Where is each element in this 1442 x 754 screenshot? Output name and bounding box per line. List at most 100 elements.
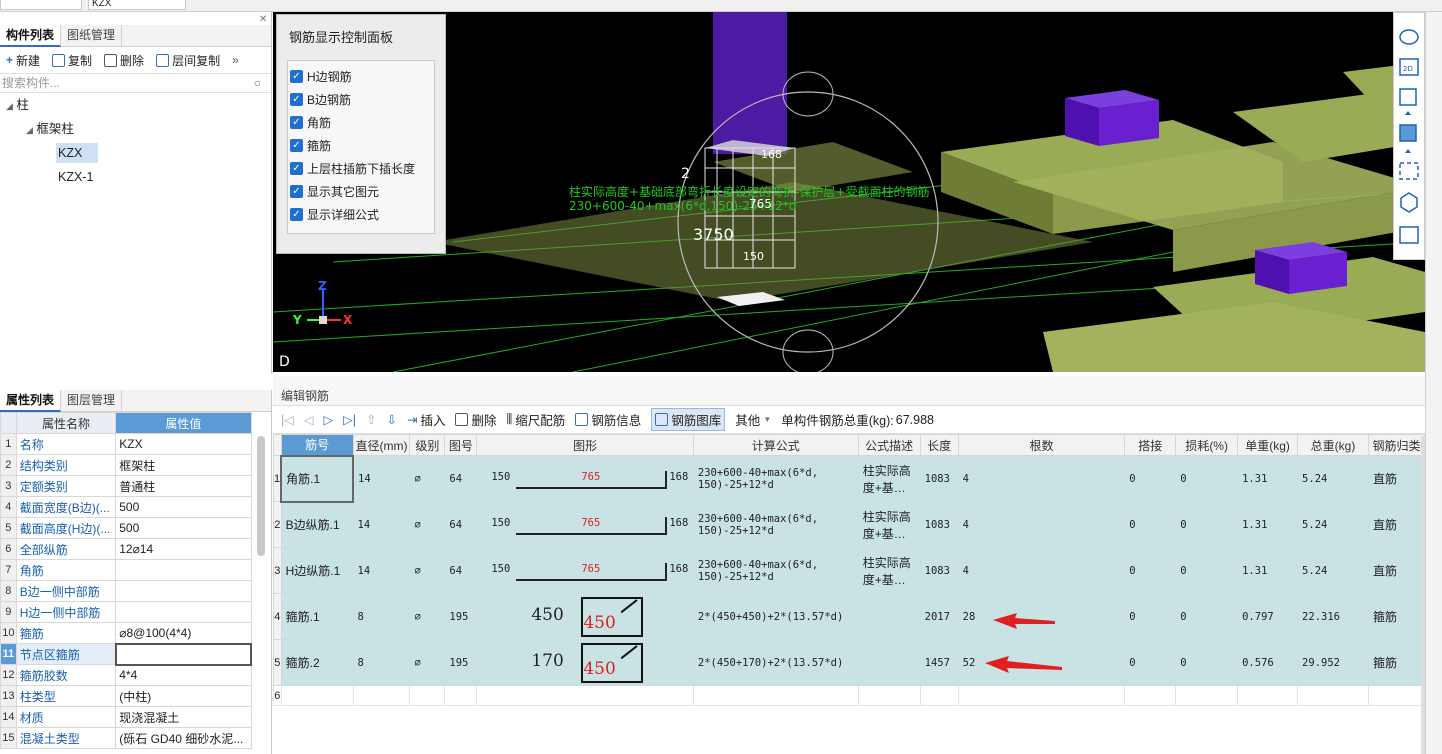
properties-view-icon[interactable] [1399,226,1419,244]
prev-icon[interactable]: ◁ [304,412,314,427]
rebar-row-empty[interactable]: 6 [273,685,1426,706]
orbit-icon[interactable] [1399,29,1419,45]
checkbox-b-rebar[interactable]: ✓ B边钢筋 [288,88,434,111]
property-row[interactable]: 15 混凝土类型 (砾石 GD40 细砂水泥... [0,727,252,749]
rebar-formula-cell[interactable]: 230+600-40+max(6*d, 150)-25+12*d [692,501,859,548]
rebar-lap-cell[interactable]: 0 [1124,639,1177,686]
rebar-formula-cell[interactable]: 230+600-40+max(6*d, 150)-25+12*d [692,455,859,502]
empty-cell[interactable] [409,685,446,706]
rebar-dia-cell[interactable]: 14 [352,501,411,548]
property-value[interactable]: 12⌀14 [115,538,252,560]
rebar-info-button[interactable]: 钢筋信息 [575,410,641,429]
3d-wire-icon[interactable] [1399,88,1417,106]
rebar-col-header[interactable]: 单重(kg) [1237,434,1299,456]
rebar-grade-cell[interactable]: ⌀ [409,501,446,548]
property-value[interactable]: (砾石 GD40 细砂水泥... [115,727,252,749]
cube-view-icon[interactable] [1400,192,1418,213]
first-icon[interactable]: |◁ [281,412,294,427]
property-row[interactable]: 4 截面宽度(B边)(... 500 [0,496,252,518]
close-icon[interactable]: ✕ [259,14,267,25]
last-icon[interactable]: ▷| [343,412,356,427]
rebar-name-cell[interactable]: 箍筋.1 [280,593,354,640]
floor-selector[interactable] [0,0,82,10]
rebar-col-header[interactable]: 直径(mm) [352,434,411,456]
property-value[interactable]: 4*4 [115,664,252,686]
rebar-fig-cell[interactable]: 195 [444,593,478,640]
tree-node-frame-column[interactable]: ◢ 框架柱 [0,117,271,141]
other-dropdown[interactable]: 其他 ▼ [735,410,771,429]
rebar-shape-cell[interactable]: 450 450 [476,593,694,640]
rebar-loss-cell[interactable]: 0 [1175,639,1239,686]
rebar-shape-cell[interactable]: 150 765 168 [476,455,694,502]
next-icon[interactable]: ▷ [324,412,334,427]
rebar-formula-cell[interactable]: 2*(450+170)+2*(13.57*d) [692,639,859,686]
rebar-total-cell[interactable]: 5.24 [1297,501,1369,548]
property-value[interactable] [115,559,252,581]
rebar-cat-cell[interactable]: 直筋 [1367,547,1426,594]
delete-rebar-button[interactable]: 删除 [455,410,496,429]
empty-cell[interactable] [1237,685,1299,706]
rebar-loss-cell[interactable]: 0 [1175,455,1239,502]
more-icon[interactable]: » [232,53,239,67]
empty-cell[interactable] [857,685,921,706]
rebar-count-cell[interactable]: 4 [957,455,1126,502]
rebar-col-header[interactable]: 图形 [476,434,694,456]
checkbox-corner-rebar[interactable]: ✓ 角筋 [288,111,434,134]
move-up-icon[interactable]: ⇧ [366,412,376,427]
property-scrollbar[interactable] [257,436,265,556]
rebar-name-cell[interactable]: H边纵筋.1 [280,547,354,594]
property-value[interactable]: 框架柱 [115,454,252,476]
rebar-unit-cell[interactable]: 1.31 [1237,455,1299,502]
checkbox-h-rebar[interactable]: ✓ H边钢筋 [288,65,434,88]
empty-cell[interactable] [444,685,478,706]
tree-node-column[interactable]: ◢ 柱 [0,93,271,117]
rebar-total-cell[interactable]: 22.316 [1297,593,1369,640]
property-row[interactable]: 3 定额类别 普通柱 [0,475,252,497]
property-row[interactable]: 7 角筋 [0,559,252,581]
tree-item-kzx[interactable]: KZX [56,143,99,163]
rebar-scrollbar[interactable] [1421,436,1425,754]
property-row[interactable]: 9 H边一侧中部筋 [0,601,252,623]
rebar-len-cell[interactable]: 1083 [919,455,959,502]
rebar-col-header[interactable]: 图号 [444,434,478,456]
rebar-len-cell[interactable]: 1083 [919,501,959,548]
rebar-total-cell[interactable]: 5.24 [1297,455,1369,502]
rebar-shape-cell[interactable]: 150 765 168 [476,501,694,548]
rebar-fig-cell[interactable]: 64 [444,547,478,594]
tab-layer-manage[interactable]: 图层管理 [61,390,123,412]
empty-cell[interactable] [1297,685,1369,706]
empty-cell[interactable] [1124,685,1177,706]
property-row[interactable]: 13 柱类型 (中柱) [0,685,252,707]
search-icon[interactable]: ○ [254,74,261,93]
rebar-lap-cell[interactable]: 0 [1124,501,1177,548]
rebar-len-cell[interactable]: 1083 [919,547,959,594]
rebar-col-header[interactable]: 筋号 [280,434,354,456]
rebar-cat-cell[interactable]: 直筋 [1367,455,1426,502]
rebar-len-cell[interactable]: 2017 [919,593,959,640]
rebar-row[interactable]: 5 箍筋.2 8 ⌀ 195 170 450 2*(450+170)+2*(13.57*d) 1… [273,639,1426,686]
rebar-desc-cell[interactable] [857,593,921,640]
property-value[interactable]: 普通柱 [115,475,252,497]
rebar-col-header[interactable]: 计算公式 [692,434,859,456]
rebar-loss-cell[interactable]: 0 [1175,547,1239,594]
rebar-lap-cell[interactable]: 0 [1124,547,1177,594]
empty-cell[interactable] [692,685,859,706]
property-row[interactable]: 8 B边一侧中部筋 [0,580,252,602]
rebar-desc-cell[interactable]: 柱实际高 度+基… [857,501,921,548]
empty-cell[interactable] [957,685,1126,706]
copy-button[interactable]: 复制 [48,52,96,69]
property-value[interactable] [115,601,252,623]
rebar-name-cell[interactable]: 角筋.1 [280,454,355,503]
rebar-col-header[interactable]: 级别 [409,434,446,456]
property-value[interactable]: 500 [115,517,252,539]
search-input[interactable]: 搜索构件... ○ [0,73,271,93]
delete-button[interactable]: 删除 [100,52,148,69]
empty-cell[interactable] [919,685,959,706]
tree-item-kzx-1[interactable]: KZX-1 [0,165,271,189]
rebar-fig-cell[interactable]: 64 [444,455,478,502]
rebar-desc-cell[interactable]: 柱实际高 度+基… [857,455,921,502]
checkbox-upper-dowel[interactable]: ✓ 上层柱插筋下插长度 [288,157,434,180]
rebar-row[interactable]: 3 H边纵筋.1 14 ⌀ 64 150 765 168 230+600-40+max(6*d,… [273,547,1426,594]
rebar-total-cell[interactable]: 29.952 [1297,639,1369,686]
rebar-cat-cell[interactable]: 箍筋 [1367,593,1426,640]
